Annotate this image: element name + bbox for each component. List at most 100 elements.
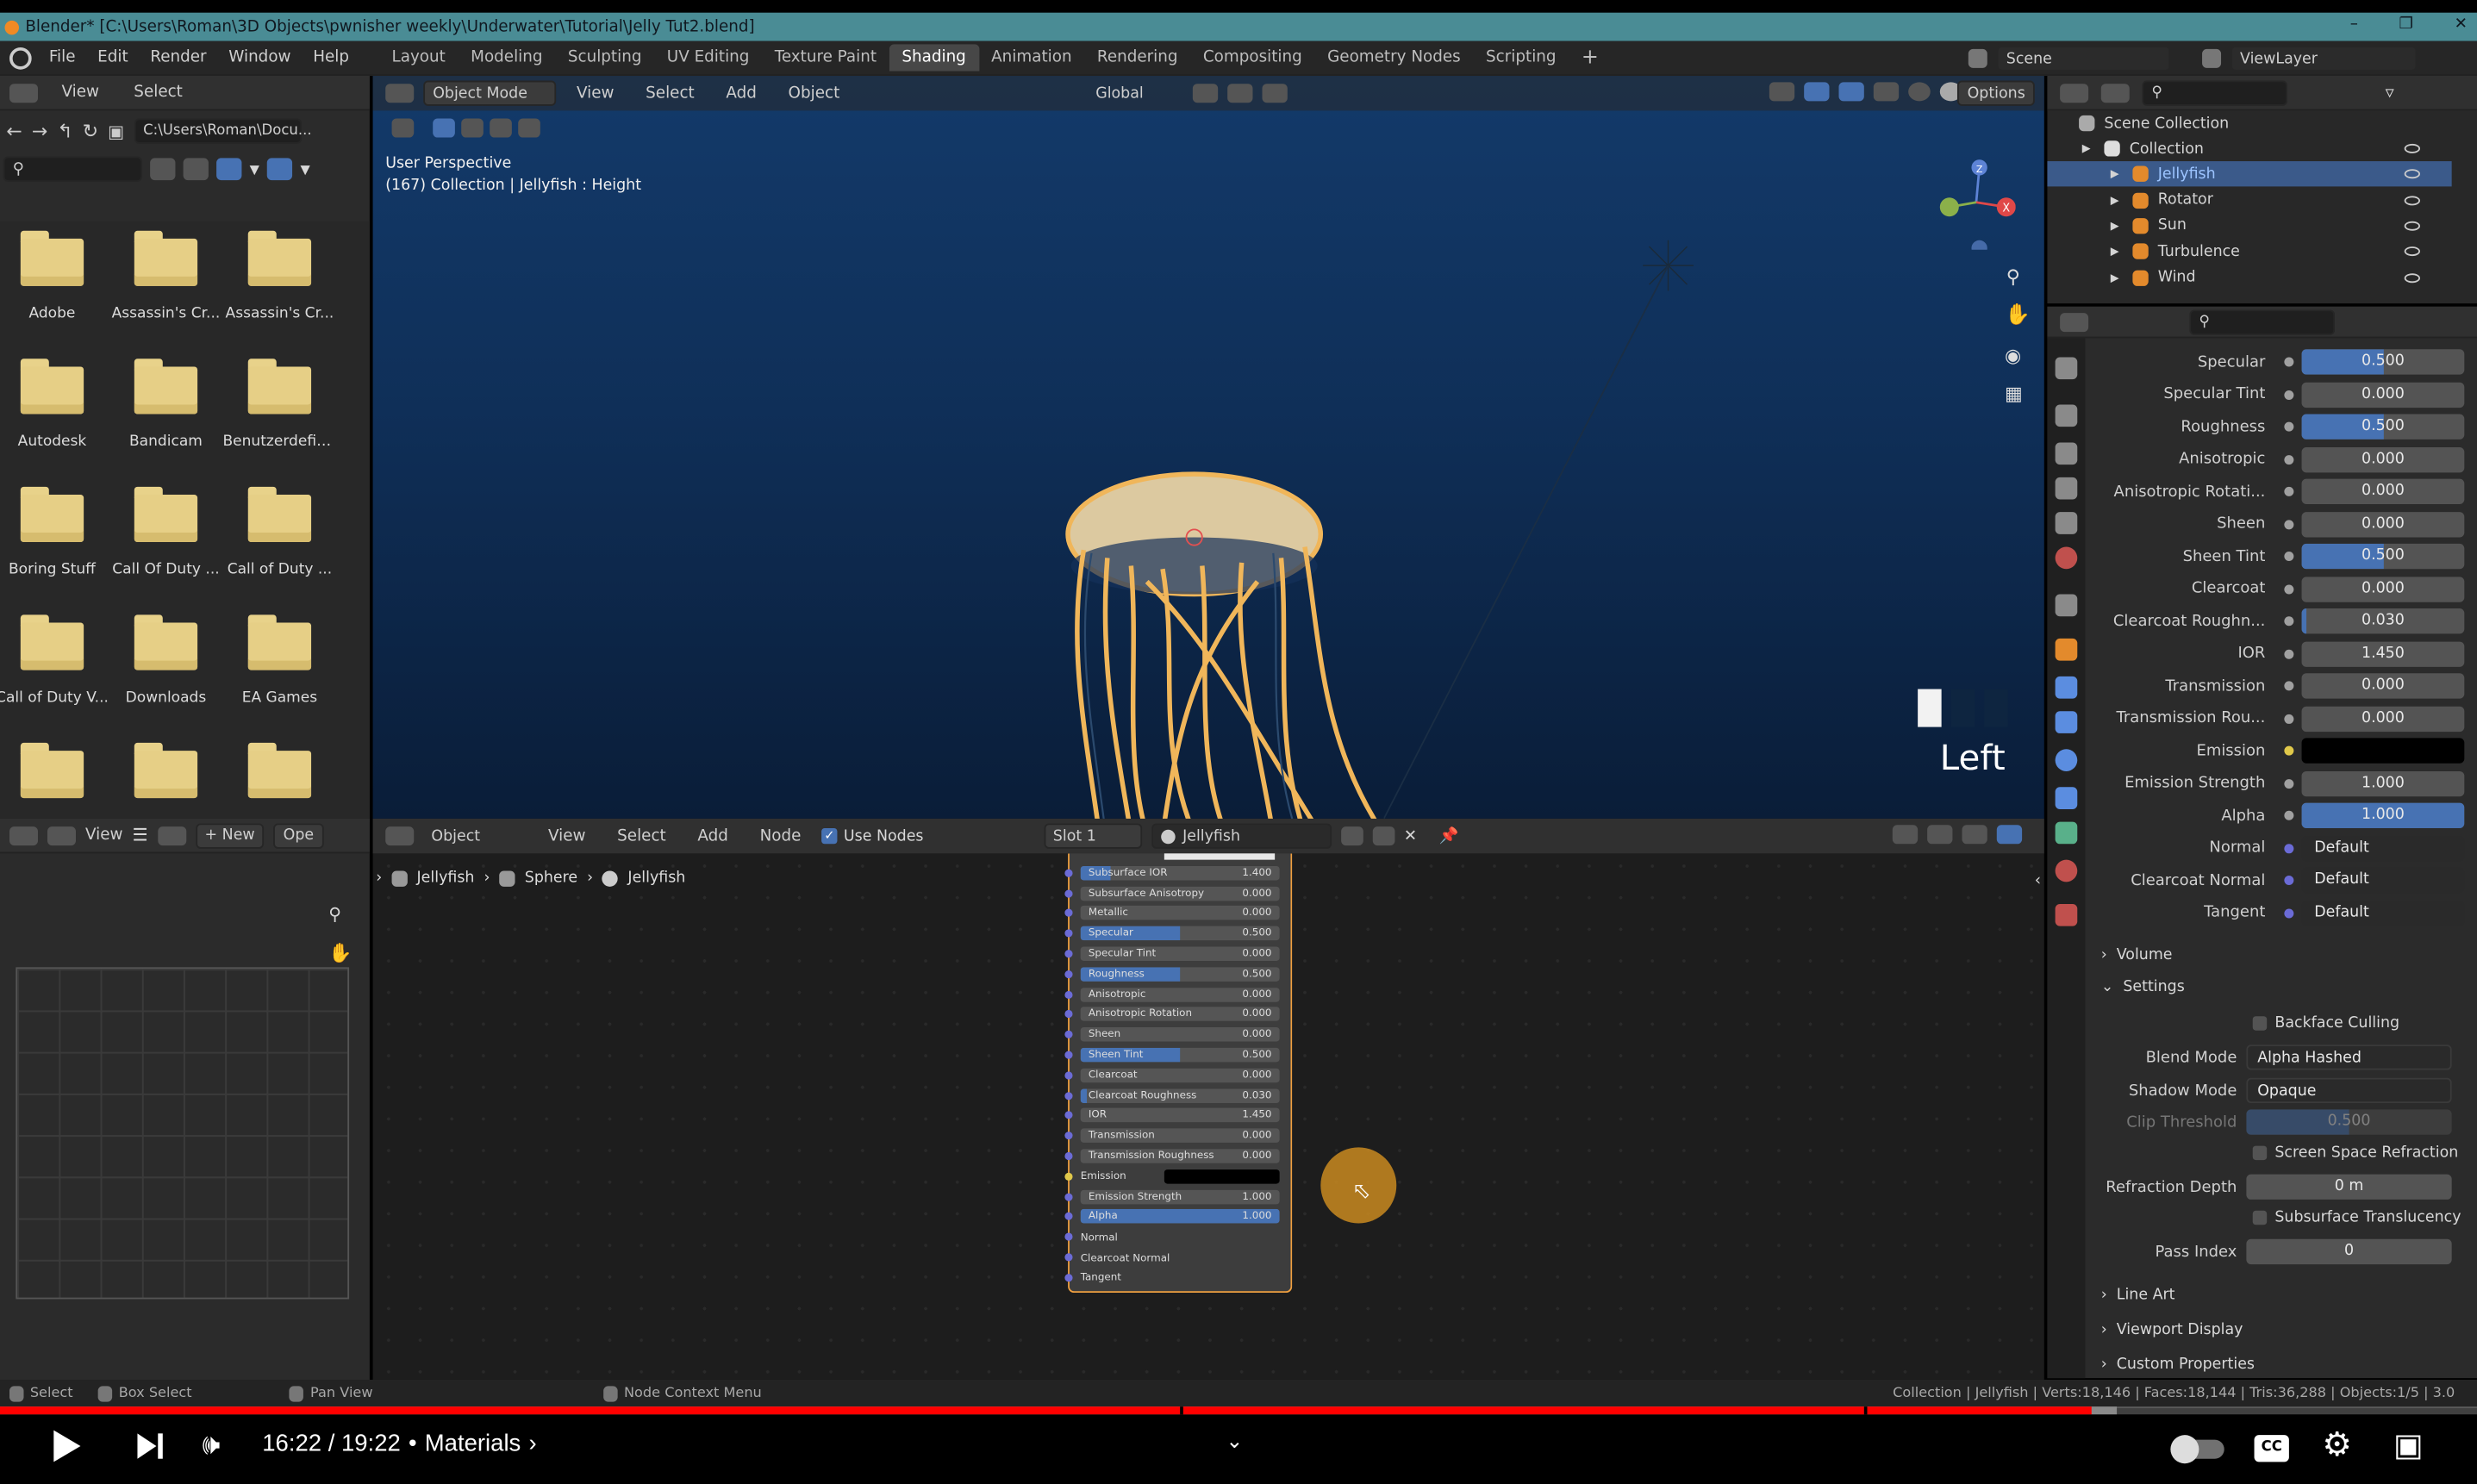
custom-properties-section[interactable]: › Custom Properties [2101,1351,2255,1376]
folder-icon[interactable] [241,614,323,684]
expand-arrow-icon[interactable]: ▶ [2111,194,2133,207]
node-socket-icon[interactable] [1064,1132,1073,1140]
blender-menu-icon[interactable] [9,47,32,69]
node-value-field[interactable]: Roughness 0.500 [1080,967,1280,982]
node-socket-icon[interactable] [1064,909,1073,918]
chevron-right-icon[interactable]: › [528,1431,536,1457]
eye-icon[interactable] [2404,272,2421,283]
folder-icon[interactable] [14,359,96,428]
node-menu-add[interactable]: Add [687,827,739,845]
property-value-field[interactable]: 1.000 [2301,803,2465,829]
parent-directory-icon[interactable]: ↰ [57,120,72,142]
eye-icon[interactable] [2404,169,2421,179]
directory-path-field[interactable]: C:\Users\Roman\Docu... [134,118,312,144]
menu-help[interactable]: Help [302,49,359,66]
editor-type-icon[interactable] [385,826,415,846]
eye-icon[interactable] [2404,195,2421,205]
expand-arrow-icon[interactable]: ▶ [2111,246,2133,259]
transform-orientation-dropdown[interactable]: Global [1088,81,1182,106]
socket-icon[interactable] [2284,357,2294,367]
folder-icon[interactable] [128,614,209,684]
new-image-button[interactable]: + New [195,822,265,848]
close-icon[interactable]: ✕ [1404,827,1417,845]
node-value-field[interactable]: Specular 0.500 [1080,926,1280,941]
socket-icon[interactable] [2284,487,2294,497]
volume-icon[interactable]: 🕪 [203,1429,221,1462]
node-input-row[interactable]: Alpha 1.000 [1064,1207,1291,1226]
gizmo-toggle-icon[interactable] [1804,82,1830,102]
ortho-grid-icon[interactable]: ▦ [2005,383,2023,405]
snap-icon[interactable] [1892,825,1919,845]
captions-icon[interactable]: CC [2254,1435,2289,1462]
property-value-field[interactable]: 0.500 [2301,414,2465,440]
node-socket-icon[interactable] [1064,1192,1073,1201]
gizmo-toggle-icon[interactable] [1996,825,2023,845]
menu-render[interactable]: Render [139,49,217,66]
node-input-row[interactable]: Specular 0.500 [1064,924,1291,944]
node-input-row[interactable]: Anisotropic 0.000 [1064,984,1291,1004]
node-input-row[interactable]: Transmission Roughness 0.000 [1064,1146,1291,1166]
eye-icon[interactable] [2404,221,2421,231]
object-mode-dropdown[interactable]: Object Mode [423,80,557,106]
socket-icon[interactable] [2284,422,2294,433]
node-socket-icon[interactable] [1064,1031,1073,1039]
view-layer-selector[interactable]: ViewLayer [2231,46,2418,72]
principled-bsdf-node[interactable]: Subsurface IOR 1.400 Subsurface Anisotropy… [1064,853,1293,1294]
hand-pan-icon[interactable]: ✋ [2005,303,2031,327]
refraction-depth-field[interactable]: 0 m [2246,1174,2452,1200]
overlay-toggle-icon[interactable] [1962,825,1987,845]
line-art-section[interactable]: › Line Art [2101,1281,2175,1306]
editor-type-icon[interactable] [385,84,415,103]
expand-arrow-icon[interactable]: ▶ [2111,168,2133,181]
node-value-field[interactable]: Anisotropic 0.000 [1080,987,1280,1002]
open-image-button[interactable]: Ope [273,822,325,848]
node-socket-icon[interactable] [1064,1091,1073,1100]
node-input-row[interactable]: Subsurface Anisotropy 0.000 [1064,883,1291,903]
node-socket-icon[interactable] [1064,950,1073,958]
node-socket-icon[interactable] [1064,1010,1073,1019]
outliner-item[interactable]: ▶ Rotator [2047,187,2451,212]
node-input-row[interactable]: Clearcoat Roughness 0.030 [1064,1085,1291,1105]
socket-icon[interactable] [2284,390,2294,400]
xray-icon[interactable] [1873,82,1900,102]
file-browser-menu-view[interactable]: View [51,84,110,101]
node-socket-icon[interactable] [1064,1071,1073,1080]
property-value-field[interactable]: Default [2301,868,2465,894]
autoplay-toggle[interactable] [2170,1435,2224,1464]
tab-texture-paint[interactable]: Texture Paint [762,44,889,71]
editor-type-icon[interactable] [9,83,38,103]
folder-icon[interactable] [14,614,96,684]
folder-label[interactable]: Call Of Duty ... [109,561,222,578]
folder-icon[interactable] [128,742,209,813]
menu-file[interactable]: File [38,49,86,66]
thumbnails-icon[interactable] [216,158,242,181]
folder-label[interactable]: Autodesk [0,433,109,450]
settings-section[interactable]: ⌄ Settings [2101,974,2185,999]
wireframe-shading-icon[interactable] [1908,82,1931,102]
video-progress-bar[interactable] [0,1406,2477,1415]
node-input-row[interactable]: Subsurface IOR 1.400 [1064,863,1291,882]
viewport-display-section[interactable]: › Viewport Display [2101,1317,2243,1342]
node-value-field[interactable]: IOR 1.450 [1080,1108,1280,1123]
outliner-item[interactable]: ▶ Collection [2047,136,2451,161]
overlay-toggle-icon[interactable] [1838,82,1864,102]
node-input-row[interactable]: Normal [1064,1227,1291,1247]
folder-icon[interactable] [128,486,209,557]
property-value-field[interactable]: 0.000 [2301,706,2465,732]
property-value-field[interactable]: 1.000 [2301,770,2465,796]
node-value-field[interactable]: Sheen 0.000 [1080,1027,1280,1043]
node-input-row[interactable]: Sheen 0.000 [1064,1025,1291,1044]
outliner-item[interactable]: ▶ Wind [2047,265,2451,290]
viewport-menu-add[interactable]: Add [715,84,768,102]
socket-icon[interactable] [2284,811,2294,821]
camera-view-icon[interactable]: ◉ [2005,345,2021,367]
back-arrow-icon[interactable]: ← [6,120,22,142]
object-tab-icon[interactable] [2055,638,2078,661]
zoom-icon[interactable]: ⚲ [2006,265,2020,288]
volume-section[interactable]: › Volume [2101,942,2173,967]
filter-icon[interactable] [267,158,293,181]
folder-icon[interactable] [241,742,323,813]
socket-icon[interactable] [2284,746,2294,757]
node-input-row[interactable]: Tangent [1064,1268,1291,1288]
node-value-field[interactable]: Emission Strength 1.000 [1080,1189,1280,1204]
